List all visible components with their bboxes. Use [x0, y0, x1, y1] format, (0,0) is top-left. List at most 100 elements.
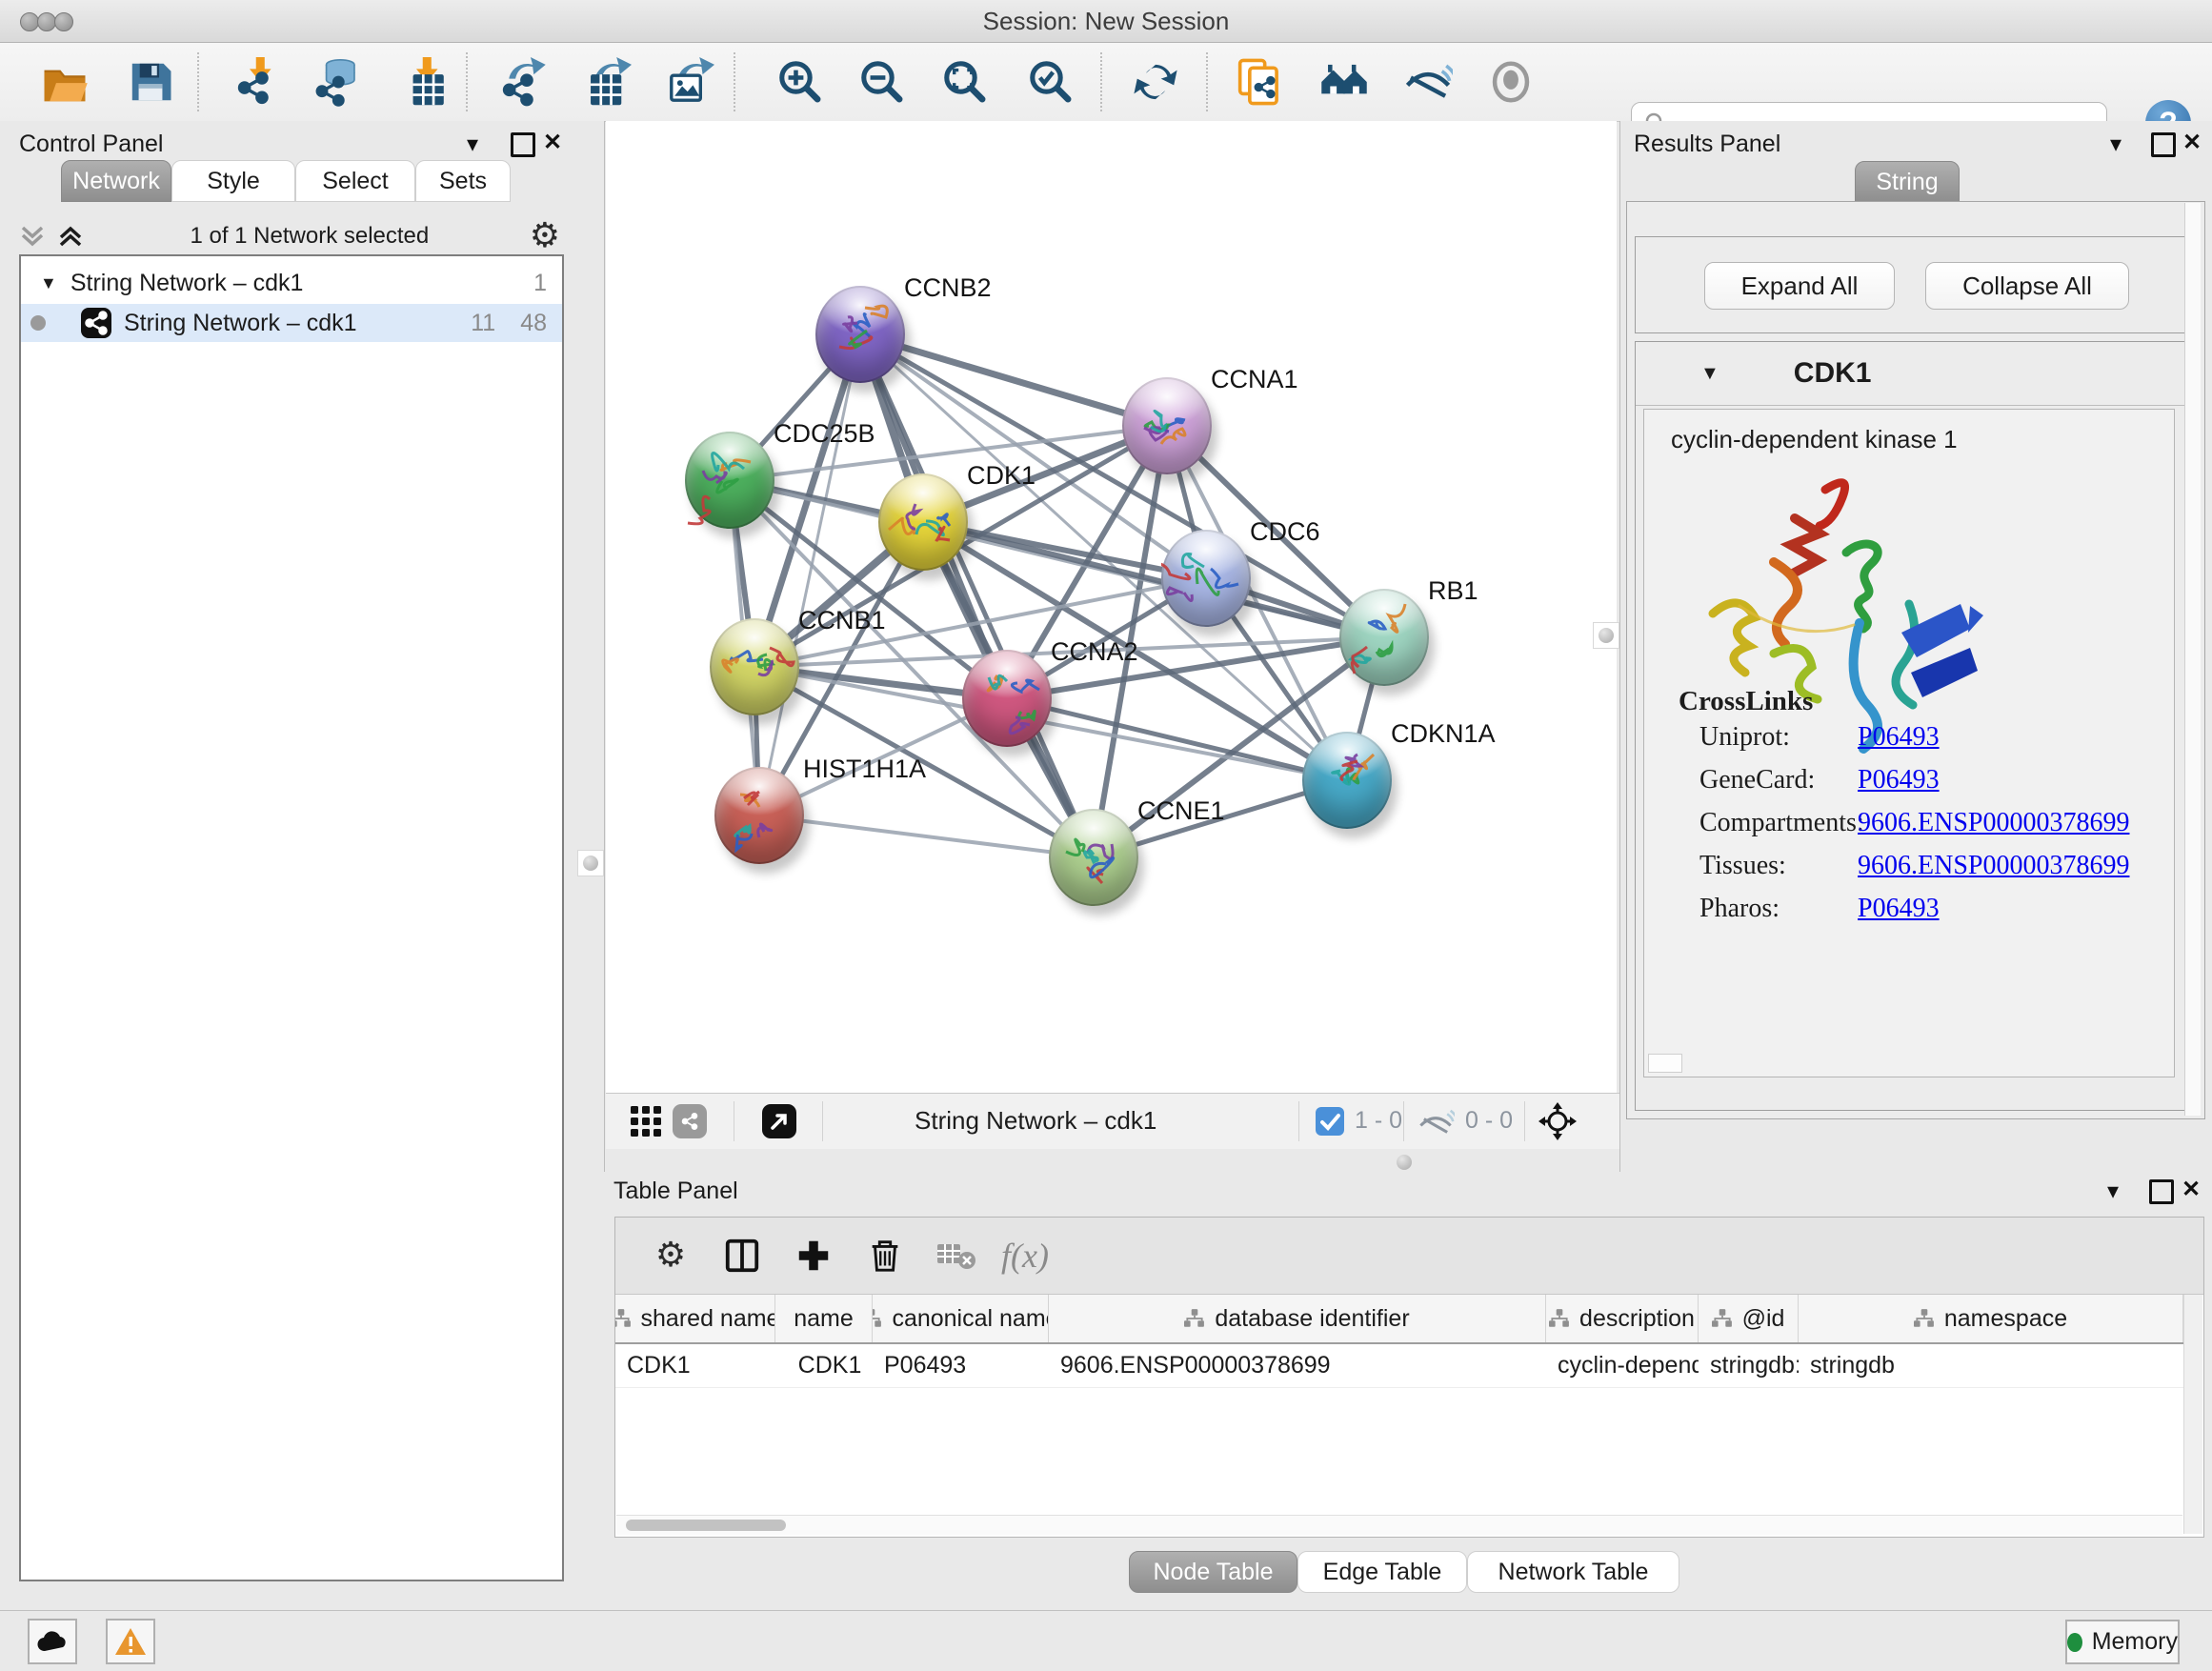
bundled-apps-button[interactable] — [1317, 55, 1371, 109]
delete-column-trash-icon[interactable] — [864, 1235, 906, 1277]
share-view-icon[interactable] — [673, 1104, 707, 1138]
close-panel-icon[interactable]: ✕ — [2182, 1176, 2201, 1203]
float-panel-icon[interactable] — [2149, 1179, 2174, 1204]
table-vertical-scrollbar[interactable] — [2183, 1295, 2202, 1534]
gene-section-header[interactable]: ▼ CDK1 — [1636, 342, 2194, 406]
selected-checkbox-icon[interactable] — [1315, 1106, 1345, 1137]
hide-selected-button[interactable] — [1401, 55, 1455, 109]
network-node-CDK1[interactable] — [878, 473, 968, 571]
fit-content-crosshair-icon[interactable] — [1538, 1102, 1577, 1140]
network-row-selected[interactable]: String Network – cdk1 11 48 — [21, 304, 562, 342]
import-database-button[interactable] — [312, 55, 365, 109]
tab-edge-table[interactable]: Edge Table — [1297, 1551, 1467, 1593]
network-node-HIST1H1A[interactable] — [714, 767, 804, 864]
show-all-button[interactable] — [1484, 55, 1538, 109]
tab-network-table[interactable]: Network Table — [1467, 1551, 1679, 1593]
close-panel-icon[interactable]: ✕ — [2182, 129, 2202, 156]
table-cell[interactable]: stringdb:9... — [1699, 1344, 1799, 1387]
float-panel-icon[interactable] — [511, 132, 535, 157]
table-cell[interactable]: cyclin-dependent ... — [1546, 1344, 1699, 1387]
network-node-CDC25B[interactable] — [685, 432, 774, 529]
delete-table-icon[interactable] — [935, 1235, 977, 1277]
network-node-CDC6[interactable] — [1161, 530, 1251, 627]
network-collection-row[interactable]: ▼ String Network – cdk1 1 — [21, 264, 562, 302]
open-session-button[interactable] — [38, 55, 91, 109]
network-node-CDKN1A[interactable] — [1302, 732, 1392, 829]
hidden-eye-icon[interactable] — [1417, 1107, 1455, 1137]
export-network-button[interactable] — [496, 55, 550, 109]
results-vertical-scrollbar[interactable] — [2184, 203, 2201, 1116]
collapse-all-icon[interactable] — [19, 222, 51, 251]
close-panel-icon[interactable]: ✕ — [543, 129, 562, 156]
tab-node-table[interactable]: Node Table — [1129, 1551, 1297, 1593]
table-options-gear-icon[interactable]: ⚙ — [650, 1235, 692, 1277]
network-node-CCNE1[interactable] — [1049, 809, 1138, 906]
save-session-button[interactable] — [124, 55, 177, 109]
tree-expand-icon[interactable]: ▼ — [40, 273, 57, 293]
collapse-panel-icon[interactable]: ▾ — [467, 131, 478, 158]
tab-select[interactable]: Select — [295, 160, 415, 202]
table-horizontal-scrollbar[interactable] — [616, 1515, 2182, 1535]
collapse-all-button[interactable]: Collapse All — [1925, 262, 2129, 310]
refresh-view-button[interactable] — [1129, 55, 1182, 109]
column-header-namespace[interactable]: namespace — [1799, 1295, 2183, 1342]
crosslink-value-link[interactable]: P06493 — [1858, 894, 1940, 924]
zoom-out-button[interactable] — [855, 55, 909, 109]
zoom-in-button[interactable] — [774, 55, 827, 109]
column-header-shared-name[interactable]: shared name — [615, 1295, 775, 1342]
table-cell[interactable]: 9606.ENSP00000378699 — [1049, 1344, 1546, 1387]
grid-view-icon[interactable] — [629, 1104, 663, 1138]
column-header-description[interactable]: description — [1546, 1295, 1699, 1342]
collapse-panel-icon[interactable]: ▾ — [2107, 1178, 2119, 1205]
table-cell[interactable]: CDK1 — [775, 1344, 873, 1387]
network-list: ▼ String Network – cdk1 1 String Network… — [19, 254, 564, 1581]
create-column-plus-icon[interactable] — [793, 1235, 835, 1277]
network-canvas[interactable]: CCNB2CCNA1CDC25BCDK1CDC6RB1CCNB1CCNA2CDK… — [606, 121, 1617, 1093]
section-collapse-icon[interactable]: ▼ — [1700, 363, 1719, 385]
import-network-button[interactable] — [231, 55, 285, 109]
tab-string[interactable]: String — [1855, 161, 1960, 203]
export-image-button[interactable] — [663, 55, 716, 109]
memory-button[interactable]: Memory — [2065, 1620, 2180, 1664]
column-header-canonical-name[interactable]: canonical name — [873, 1295, 1049, 1342]
zoom-selected-button[interactable] — [1024, 55, 1077, 109]
table-cell[interactable]: CDK1 — [615, 1344, 775, 1387]
crosslink-value-link[interactable]: P06493 — [1858, 722, 1940, 753]
network-node-CCNB2[interactable] — [815, 286, 905, 383]
network-node-CCNA1[interactable] — [1122, 377, 1212, 474]
crosslink-value-link[interactable]: 9606.ENSP00000378699 — [1858, 808, 2129, 838]
cloud-button[interactable] — [28, 1619, 77, 1664]
float-panel-icon[interactable] — [2151, 132, 2176, 157]
column-header-@id[interactable]: @id — [1699, 1295, 1799, 1342]
expand-all-icon[interactable] — [57, 222, 90, 251]
zoom-fit-button[interactable] — [938, 55, 992, 109]
warning-button[interactable] — [106, 1619, 155, 1664]
network-node-RB1[interactable] — [1339, 589, 1429, 686]
table-cell[interactable]: stringdb — [1799, 1344, 2183, 1387]
network-node-CCNA2[interactable] — [962, 650, 1052, 747]
tab-sets[interactable]: Sets — [415, 160, 511, 202]
crosslink-value-link[interactable]: 9606.ENSP00000378699 — [1858, 851, 2129, 881]
right-splitter-handle[interactable] — [1593, 622, 1619, 649]
network-options-gear-icon[interactable]: ⚙ — [530, 219, 560, 253]
protein-thumbnail — [1339, 589, 1429, 686]
clone-network-button[interactable] — [1233, 55, 1286, 109]
network-node-CCNB1[interactable] — [710, 618, 799, 715]
tab-style[interactable]: Style — [171, 160, 295, 202]
collapse-panel-icon[interactable]: ▾ — [2110, 131, 2122, 158]
left-splitter-handle[interactable] — [577, 850, 604, 876]
birds-eye-view-icon[interactable] — [762, 1104, 796, 1138]
crosslink-value-link[interactable]: P06493 — [1858, 765, 1940, 795]
show-columns-icon[interactable] — [721, 1235, 763, 1277]
table-row[interactable]: CDK1CDK1P064939606.ENSP00000378699cyclin… — [615, 1344, 2183, 1388]
tab-network[interactable]: Network — [61, 160, 171, 202]
export-table-button[interactable] — [580, 55, 633, 109]
scrollbar-thumb[interactable] — [626, 1520, 786, 1531]
column-header-name[interactable]: name — [775, 1295, 873, 1342]
expand-all-button[interactable]: Expand All — [1704, 262, 1895, 310]
import-table-button[interactable] — [398, 55, 452, 109]
table-cell[interactable]: P06493 — [873, 1344, 1049, 1387]
card-scrollbar-corner[interactable] — [1648, 1054, 1682, 1073]
column-header-database-identifier[interactable]: database identifier — [1049, 1295, 1546, 1342]
function-builder-icon[interactable]: f(x) — [1004, 1235, 1046, 1277]
